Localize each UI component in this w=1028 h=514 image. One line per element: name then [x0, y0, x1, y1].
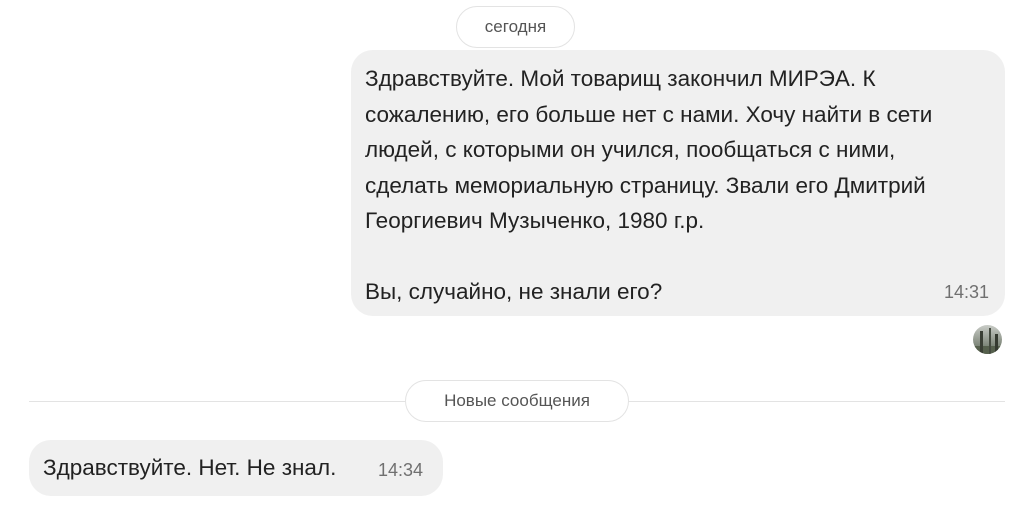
- incoming-message-text: Здравствуйте. Нет. Не знал.: [43, 455, 337, 480]
- outgoing-message-time: 14:31: [943, 282, 989, 302]
- date-separator-label: сегодня: [484, 17, 547, 36]
- avatar-photo-tree: [989, 328, 991, 354]
- outgoing-message-text: Здравствуйте. Мой товарищ закончил МИРЭА…: [365, 66, 933, 304]
- new-messages-label: Новые сообщения: [444, 391, 590, 410]
- incoming-message-bubble[interactable]: Здравствуйте. Нет. Не знал. 14:34: [29, 440, 443, 496]
- user-avatar[interactable]: [973, 325, 1002, 354]
- avatar-photo-tree: [980, 331, 983, 354]
- incoming-message-time: 14:34: [378, 460, 424, 480]
- new-messages-separator: Новые сообщения: [405, 380, 629, 422]
- avatar-photo-tree: [995, 334, 998, 354]
- outgoing-message-bubble[interactable]: Здравствуйте. Мой товарищ закончил МИРЭА…: [351, 50, 1005, 316]
- date-separator: сегодня: [456, 6, 575, 48]
